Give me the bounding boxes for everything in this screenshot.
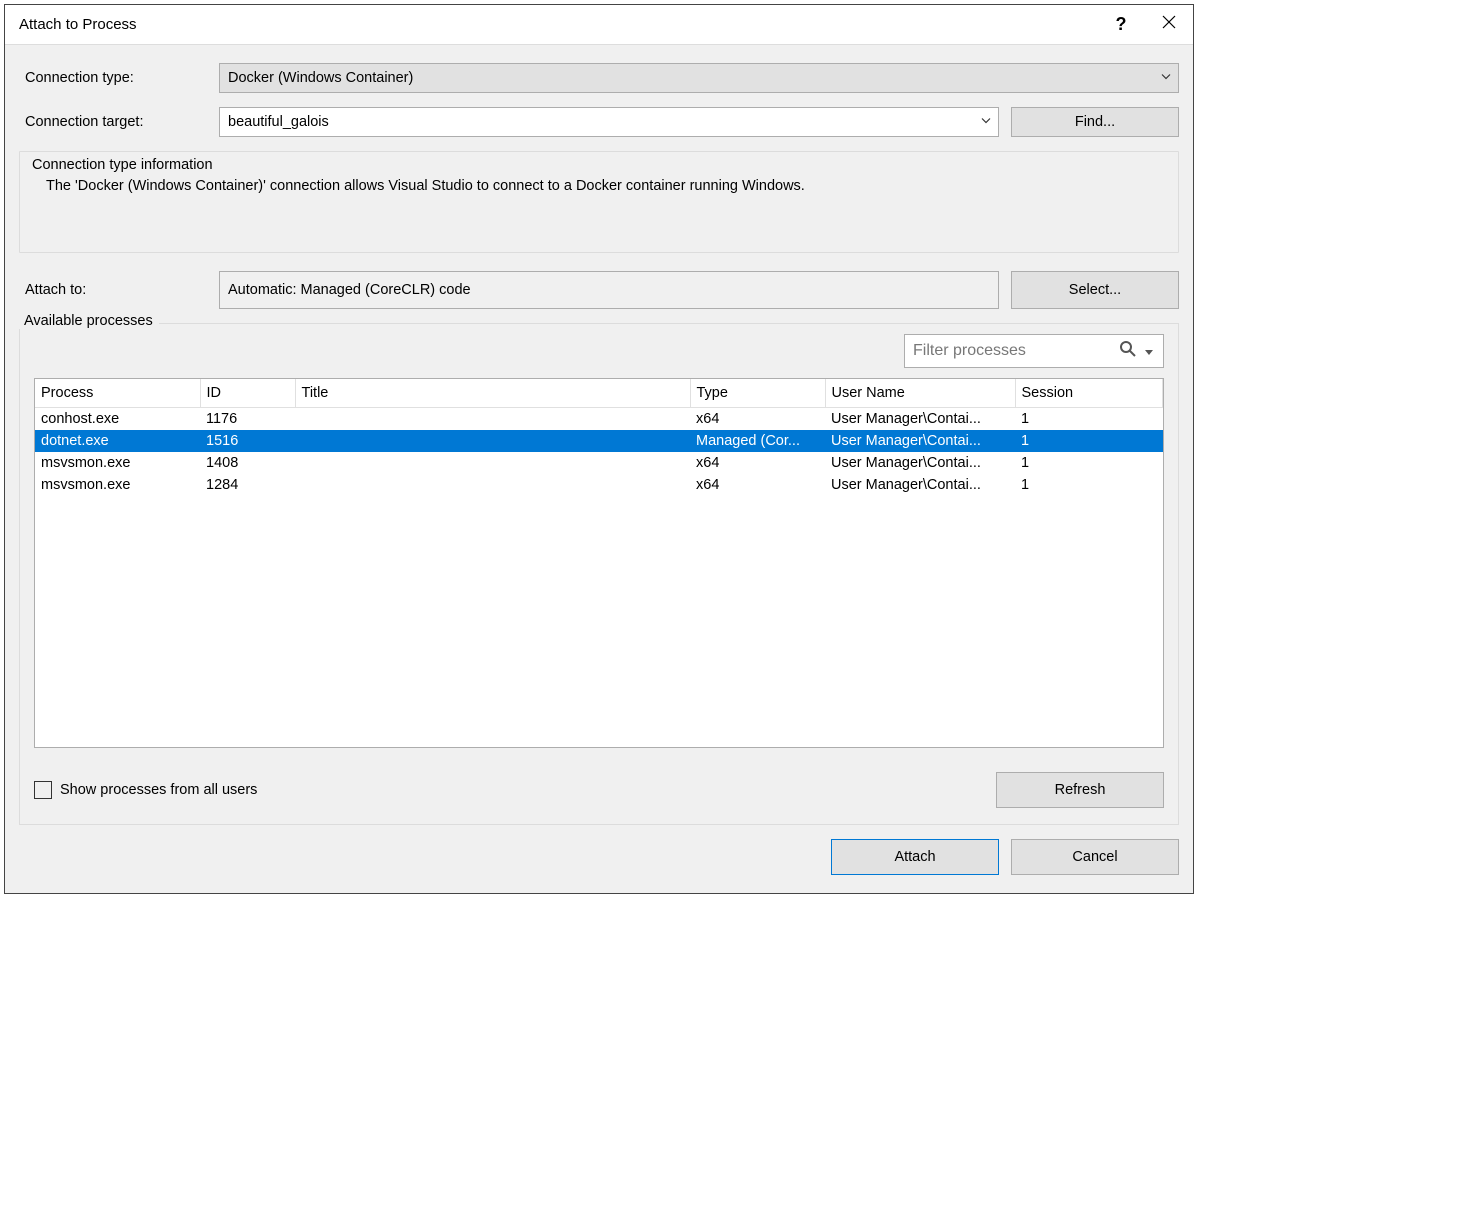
connection-target-label: Connection target: <box>19 114 219 130</box>
connection-target-combo[interactable]: beautiful_galois <box>219 107 999 137</box>
connection-type-combo[interactable]: Docker (Windows Container) <box>219 63 1179 93</box>
close-button[interactable] <box>1145 5 1193 45</box>
table-row[interactable]: msvsmon.exe1408 x64User Manager\Contai...… <box>35 452 1163 474</box>
cell-user: User Manager\Contai... <box>825 452 1015 474</box>
footer-row: Attach Cancel <box>19 825 1179 879</box>
col-type[interactable]: Type <box>690 379 825 408</box>
cell-process: conhost.exe <box>35 408 200 431</box>
filter-processes-input[interactable]: Filter processes <box>904 334 1164 368</box>
connection-info-title: Connection type information <box>32 157 1166 173</box>
find-button[interactable]: Find... <box>1011 107 1179 137</box>
show-all-users-checkbox[interactable]: Show processes from all users <box>34 781 257 799</box>
attach-to-label: Attach to: <box>19 282 219 298</box>
cell-title <box>295 430 690 452</box>
checkbox-box <box>34 781 52 799</box>
connection-info-text: The 'Docker (Windows Container)' connect… <box>32 178 1166 194</box>
attach-button[interactable]: Attach <box>831 839 999 875</box>
cell-process: dotnet.exe <box>35 430 200 452</box>
table-row[interactable]: dotnet.exe1516 Managed (Cor...User Manage… <box>35 430 1163 452</box>
chevron-down-icon <box>981 118 990 127</box>
cell-title <box>295 474 690 496</box>
cell-process: msvsmon.exe <box>35 474 200 496</box>
cell-id: 1176 <box>200 408 295 431</box>
dialog-body: Connection type: Docker (Windows Contain… <box>5 45 1193 893</box>
processes-table[interactable]: Process ID Title Type User Name Session … <box>35 379 1163 496</box>
cancel-button[interactable]: Cancel <box>1011 839 1179 875</box>
connection-info-group: Connection type information The 'Docker … <box>19 151 1179 253</box>
help-icon: ? <box>1116 14 1127 35</box>
cell-process: msvsmon.exe <box>35 452 200 474</box>
available-processes-group: Available processes Filter processes <box>19 323 1179 825</box>
filter-row: Filter processes <box>20 334 1178 378</box>
select-button[interactable]: Select... <box>1011 271 1179 309</box>
refresh-button[interactable]: Refresh <box>996 772 1164 808</box>
cell-user: User Manager\Contai... <box>825 430 1015 452</box>
help-button[interactable]: ? <box>1097 5 1145 45</box>
col-title[interactable]: Title <box>295 379 690 408</box>
cell-id: 1284 <box>200 474 295 496</box>
attach-to-row: Attach to: Automatic: Managed (CoreCLR) … <box>19 271 1179 309</box>
cell-title <box>295 408 690 431</box>
connection-type-row: Connection type: Docker (Windows Contain… <box>19 63 1179 93</box>
available-processes-title: Available processes <box>18 313 159 329</box>
connection-target-value: beautiful_galois <box>228 114 329 130</box>
processes-table-wrap: Process ID Title Type User Name Session … <box>34 378 1164 748</box>
cell-session: 1 <box>1015 452 1163 474</box>
table-header-row: Process ID Title Type User Name Session <box>35 379 1163 408</box>
table-row[interactable]: conhost.exe1176 x64User Manager\Contai...… <box>35 408 1163 431</box>
attach-to-process-dialog: Attach to Process ? Connection type: Doc… <box>4 4 1194 894</box>
refresh-button-label: Refresh <box>1055 782 1106 798</box>
cancel-button-label: Cancel <box>1072 849 1117 865</box>
col-id[interactable]: ID <box>200 379 295 408</box>
available-bottom-row: Show processes from all users Refresh <box>20 762 1178 824</box>
show-all-users-label: Show processes from all users <box>60 782 257 798</box>
window-title: Attach to Process <box>19 16 1097 33</box>
connection-type-value: Docker (Windows Container) <box>228 70 413 86</box>
cell-type: x64 <box>690 452 825 474</box>
col-process[interactable]: Process <box>35 379 200 408</box>
attach-button-label: Attach <box>894 849 935 865</box>
cell-user: User Manager\Contai... <box>825 408 1015 431</box>
find-button-label: Find... <box>1075 114 1115 130</box>
cell-type: x64 <box>690 408 825 431</box>
cell-session: 1 <box>1015 408 1163 431</box>
cell-type: x64 <box>690 474 825 496</box>
table-row[interactable]: msvsmon.exe1284 x64User Manager\Contai...… <box>35 474 1163 496</box>
chevron-down-icon[interactable] <box>1145 343 1153 359</box>
titlebar: Attach to Process ? <box>5 5 1193 45</box>
connection-target-row: Connection target: beautiful_galois Find… <box>19 107 1179 137</box>
cell-id: 1516 <box>200 430 295 452</box>
search-icon <box>1119 340 1137 362</box>
filter-placeholder: Filter processes <box>913 342 1026 360</box>
cell-session: 1 <box>1015 474 1163 496</box>
cell-title <box>295 452 690 474</box>
col-session[interactable]: Session <box>1015 379 1163 408</box>
cell-session: 1 <box>1015 430 1163 452</box>
cell-type: Managed (Cor... <box>690 430 825 452</box>
select-button-label: Select... <box>1069 282 1121 298</box>
chevron-down-icon <box>1161 74 1170 83</box>
col-user[interactable]: User Name <box>825 379 1015 408</box>
close-icon <box>1162 15 1176 34</box>
cell-user: User Manager\Contai... <box>825 474 1015 496</box>
attach-to-field: Automatic: Managed (CoreCLR) code <box>219 271 999 309</box>
attach-to-value: Automatic: Managed (CoreCLR) code <box>228 282 471 298</box>
connection-type-label: Connection type: <box>19 70 219 86</box>
cell-id: 1408 <box>200 452 295 474</box>
